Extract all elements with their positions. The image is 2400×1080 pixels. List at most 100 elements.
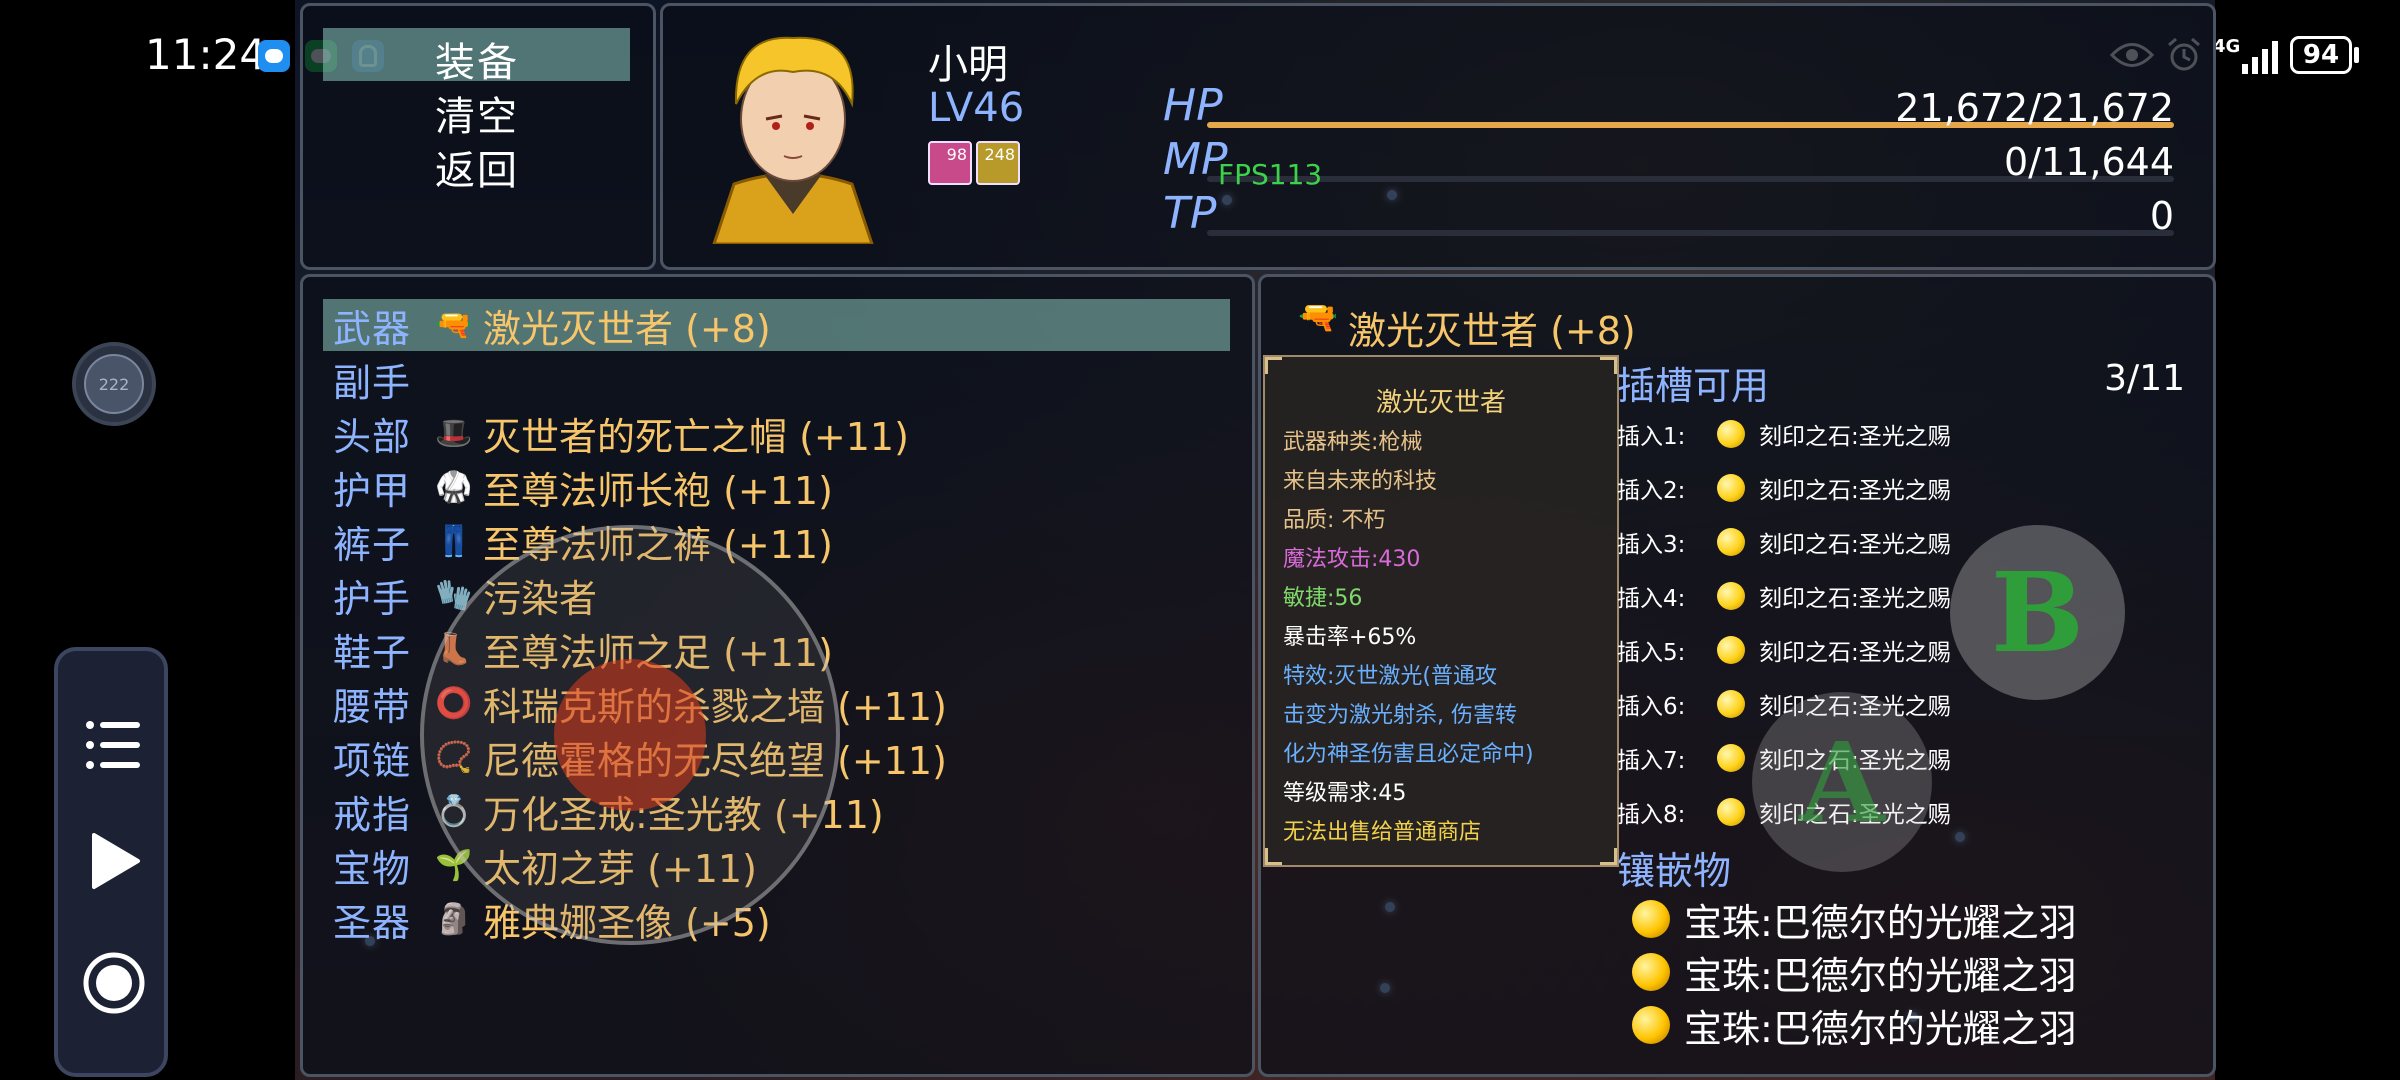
- tooltip-line: 敏捷:56: [1283, 586, 1363, 611]
- socket-label: 插入2:: [1617, 478, 1686, 504]
- battery-level: 94: [2302, 40, 2340, 70]
- inlay-title: 镶嵌物: [1617, 849, 1732, 893]
- slot-type-label: 宝物: [333, 846, 412, 891]
- equipped-item-name: 至尊法师长袍 (+11): [483, 468, 833, 513]
- equipment-slot-row[interactable]: 武器 🔫 激光灭世者 (+8): [333, 299, 771, 351]
- sockets-count: 3/11: [2104, 358, 2185, 399]
- socket-label: 插入1:: [1617, 424, 1686, 450]
- buff-badge-arrow-count: 248: [984, 145, 1015, 164]
- socket-item-name: 刻印之石:圣光之赐: [1759, 586, 1951, 612]
- virtual-button-b[interactable]: B: [1950, 525, 2125, 700]
- slot-type-label: 护甲: [333, 468, 412, 513]
- equipped-item-name: 灭世者的死亡之帽 (+11): [483, 414, 909, 459]
- battery-tip: [2354, 47, 2359, 63]
- socket-row[interactable]: 插入1: 刻印之石:圣光之赐: [1617, 414, 1951, 454]
- gold-orb-icon: [1717, 690, 1745, 718]
- slot-type-label: 鞋子: [333, 630, 412, 675]
- slot-type-label: 副手: [333, 360, 412, 405]
- socket-row[interactable]: 插入2: 刻印之石:圣光之赐: [1617, 468, 1951, 508]
- tooltip-item-name: 激光灭世者: [1375, 388, 1506, 418]
- gem-orb-icon: [1632, 953, 1670, 991]
- socket-item-name: 刻印之石:圣光之赐: [1759, 424, 1951, 450]
- play-icon[interactable]: [90, 831, 142, 891]
- robe-icon: 🥋: [435, 469, 473, 505]
- mp-value: 0/11,644: [2004, 140, 2174, 184]
- tooltip-line: 等级需求:45: [1283, 781, 1407, 806]
- hp-value: 21,672/21,672: [1895, 86, 2174, 130]
- tooltip-line: 化为神圣伤害且必定命中): [1283, 742, 1534, 767]
- socket-label: 插入3:: [1617, 532, 1686, 558]
- status-time: 11:24: [145, 30, 267, 79]
- sockets-title: 插槽可用: [1617, 364, 1770, 408]
- actor-level: LV46: [928, 85, 1025, 131]
- tooltip-line: 魔法攻击:430: [1283, 547, 1421, 572]
- slot-type-label: 武器: [333, 306, 412, 351]
- command-clear[interactable]: 清空: [435, 84, 519, 142]
- tp-value: 0: [2149, 194, 2174, 238]
- tooltip-corner: [1600, 357, 1617, 374]
- socket-item-name: 刻印之石:圣光之赐: [1759, 532, 1951, 558]
- slot-type-label: 裤子: [333, 522, 412, 567]
- tooltip-line: 来自未来的科技: [1283, 469, 1438, 494]
- socket-label: 插入6:: [1617, 694, 1686, 720]
- tooltip-corner: [1265, 357, 1282, 374]
- socket-row[interactable]: 插入4: 刻印之石:圣光之赐: [1617, 576, 1951, 616]
- socket-label: 插入7:: [1617, 748, 1686, 774]
- tooltip-corner: [1600, 848, 1617, 865]
- floating-ball-button[interactable]: 222: [72, 342, 156, 426]
- floating-ball-count: 222: [84, 354, 144, 414]
- equipment-slot-row[interactable]: 副手: [333, 353, 433, 405]
- socket-item-name: 刻印之石:圣光之赐: [1759, 478, 1951, 504]
- fps-counter: FPS113: [1218, 158, 1323, 191]
- buff-badge-fist: 98: [928, 141, 972, 185]
- socket-row[interactable]: 插入5: 刻印之石:圣光之赐: [1617, 630, 1951, 670]
- equipped-item-name: 激光灭世者 (+8): [483, 306, 771, 351]
- red-hat-icon: 🎩: [435, 415, 473, 451]
- inlay-item-name: 宝珠:巴德尔的光耀之羽: [1684, 953, 2077, 998]
- inlay-row[interactable]: 宝珠:巴德尔的光耀之羽: [1632, 946, 2077, 998]
- socket-item-name: 刻印之石:圣光之赐: [1759, 640, 1951, 666]
- command-equip[interactable]: 装备: [435, 30, 519, 88]
- slot-type-label: 圣器: [333, 900, 412, 945]
- list-menu-icon[interactable]: [84, 715, 144, 775]
- socket-row[interactable]: 插入3: 刻印之石:圣光之赐: [1617, 522, 1951, 562]
- gold-orb-icon: [1717, 744, 1745, 772]
- buff-badge-arrow: 248: [976, 141, 1020, 185]
- inlay-row[interactable]: 宝珠:巴德尔的光耀之羽: [1632, 893, 2077, 945]
- socket-label: 插入8:: [1617, 802, 1686, 828]
- virtual-button-a[interactable]: A: [1752, 692, 1932, 872]
- tooltip-line: 武器种类:枪械: [1283, 430, 1423, 455]
- detail-item-title: 激光灭世者 (+8): [1348, 309, 1636, 353]
- slot-type-label: 腰带: [333, 684, 412, 729]
- gem-orb-icon: [1632, 900, 1670, 938]
- virtual-joystick[interactable]: [420, 525, 840, 945]
- slot-type-label: 戒指: [333, 792, 412, 837]
- laser-gun-icon: 🔫: [1298, 298, 1338, 336]
- inlay-row[interactable]: 宝珠:巴德尔的光耀之羽: [1632, 999, 2077, 1051]
- joystick-knob[interactable]: [554, 659, 706, 811]
- gold-orb-icon: [1717, 798, 1745, 826]
- gold-orb-icon: [1717, 528, 1745, 556]
- command-back[interactable]: 返回: [435, 138, 519, 196]
- signal-icon: [2240, 40, 2280, 74]
- laser-gun-icon: 🔫: [435, 307, 473, 343]
- socket-label: 插入4:: [1617, 586, 1686, 612]
- battery-indicator: 94: [2290, 36, 2352, 74]
- gold-orb-icon: [1717, 636, 1745, 664]
- equipment-slot-row[interactable]: 头部 🎩 灭世者的死亡之帽 (+11): [333, 407, 909, 459]
- inlay-item-name: 宝珠:巴德尔的光耀之羽: [1684, 900, 2077, 945]
- message-app-icon: [258, 40, 290, 72]
- gem-orb-icon: [1632, 1006, 1670, 1044]
- socket-label: 插入5:: [1617, 640, 1686, 666]
- equipment-slot-row[interactable]: 护甲 🥋 至尊法师长袍 (+11): [333, 461, 833, 513]
- buff-badge-fist-count: 98: [946, 145, 967, 164]
- tooltip-line: 品质: 不朽: [1283, 508, 1386, 533]
- tooltip-line: 暴击率+65%: [1283, 625, 1417, 650]
- actor-name: 小明: [928, 42, 1008, 88]
- statue-icon: 🗿: [435, 901, 473, 937]
- slot-type-label: 项链: [333, 738, 412, 783]
- inlay-item-name: 宝珠:巴德尔的光耀之羽: [1684, 1006, 2077, 1051]
- network-type: 4G: [2213, 36, 2241, 57]
- slot-type-label: 护手: [333, 576, 412, 621]
- record-icon[interactable]: [82, 951, 146, 1015]
